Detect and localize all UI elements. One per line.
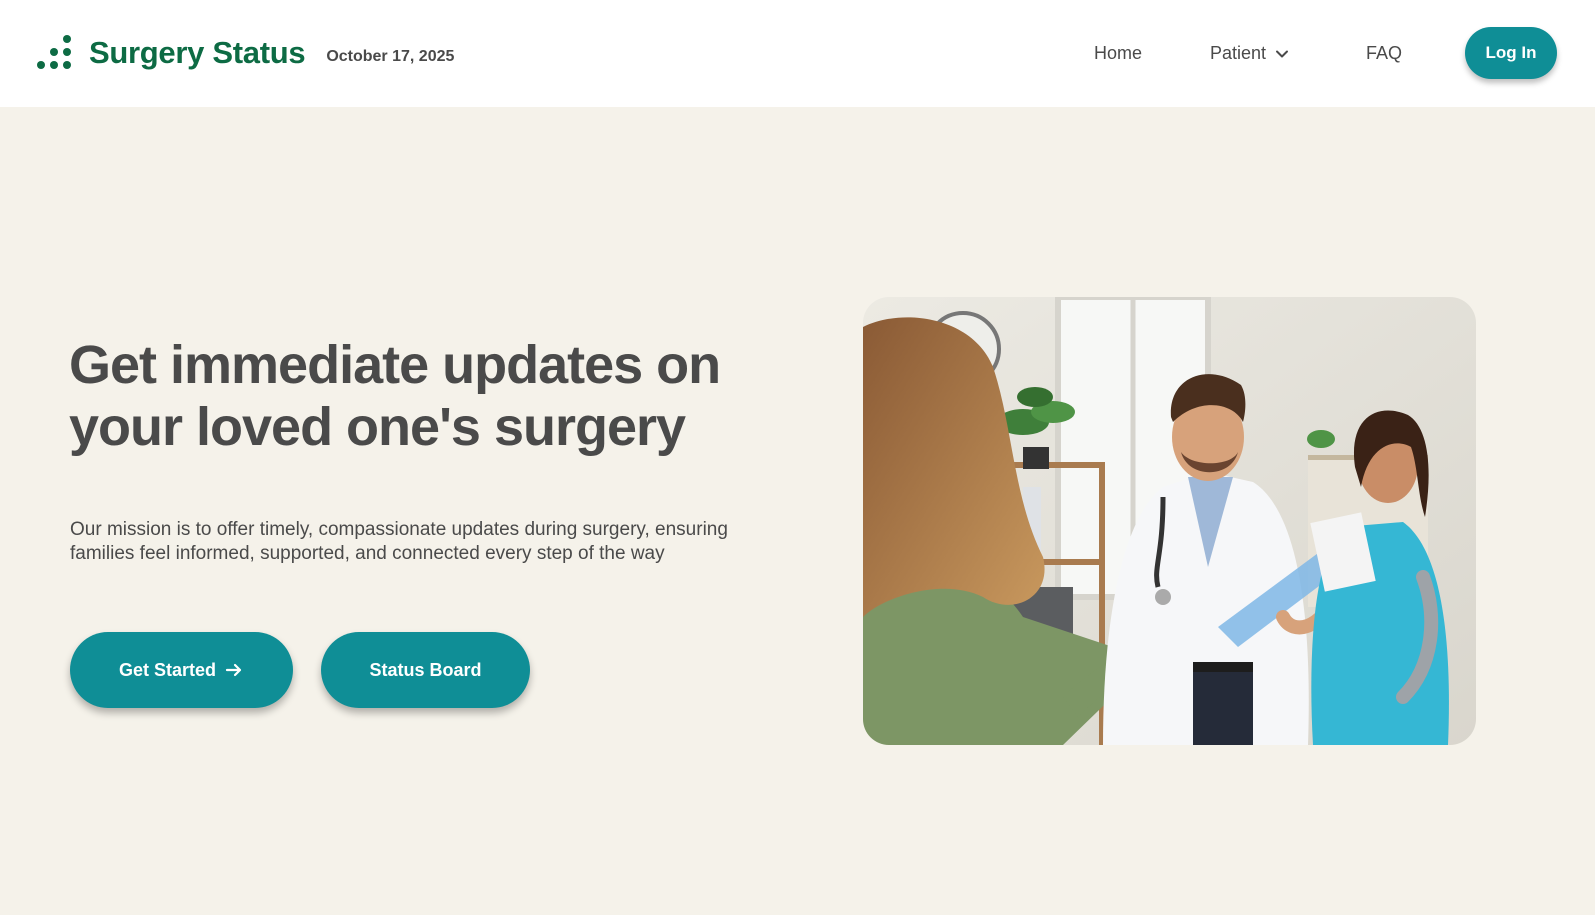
nav-home[interactable]: Home [1094, 43, 1142, 64]
current-date: October 17, 2025 [326, 48, 455, 65]
chevron-down-icon [1276, 50, 1289, 57]
get-started-button[interactable]: Get Started [70, 632, 293, 708]
brand[interactable]: Surgery Status October 17, 2025 [37, 34, 454, 72]
hero-description: Our mission is to offer timely, compassi… [70, 519, 728, 564]
brand-name: Surgery Status [89, 35, 306, 70]
arrow-right-icon [225, 663, 242, 677]
login-button[interactable]: Log In [1465, 27, 1557, 79]
nav-patient[interactable]: Patient [1210, 43, 1290, 64]
dots-logo-icon [37, 34, 73, 72]
status-board-button[interactable]: Status Board [321, 632, 530, 708]
get-started-label: Get Started [118, 659, 217, 680]
nav-patient-label: Patient [1210, 43, 1267, 63]
site-header: Surgery Status October 17, 2025 Home Pat… [0, 0, 1595, 107]
hero-title: Get immediate updates on your loved one'… [69, 335, 721, 457]
hero-image [863, 297, 1476, 745]
nav-faq[interactable]: FAQ [1366, 43, 1402, 64]
